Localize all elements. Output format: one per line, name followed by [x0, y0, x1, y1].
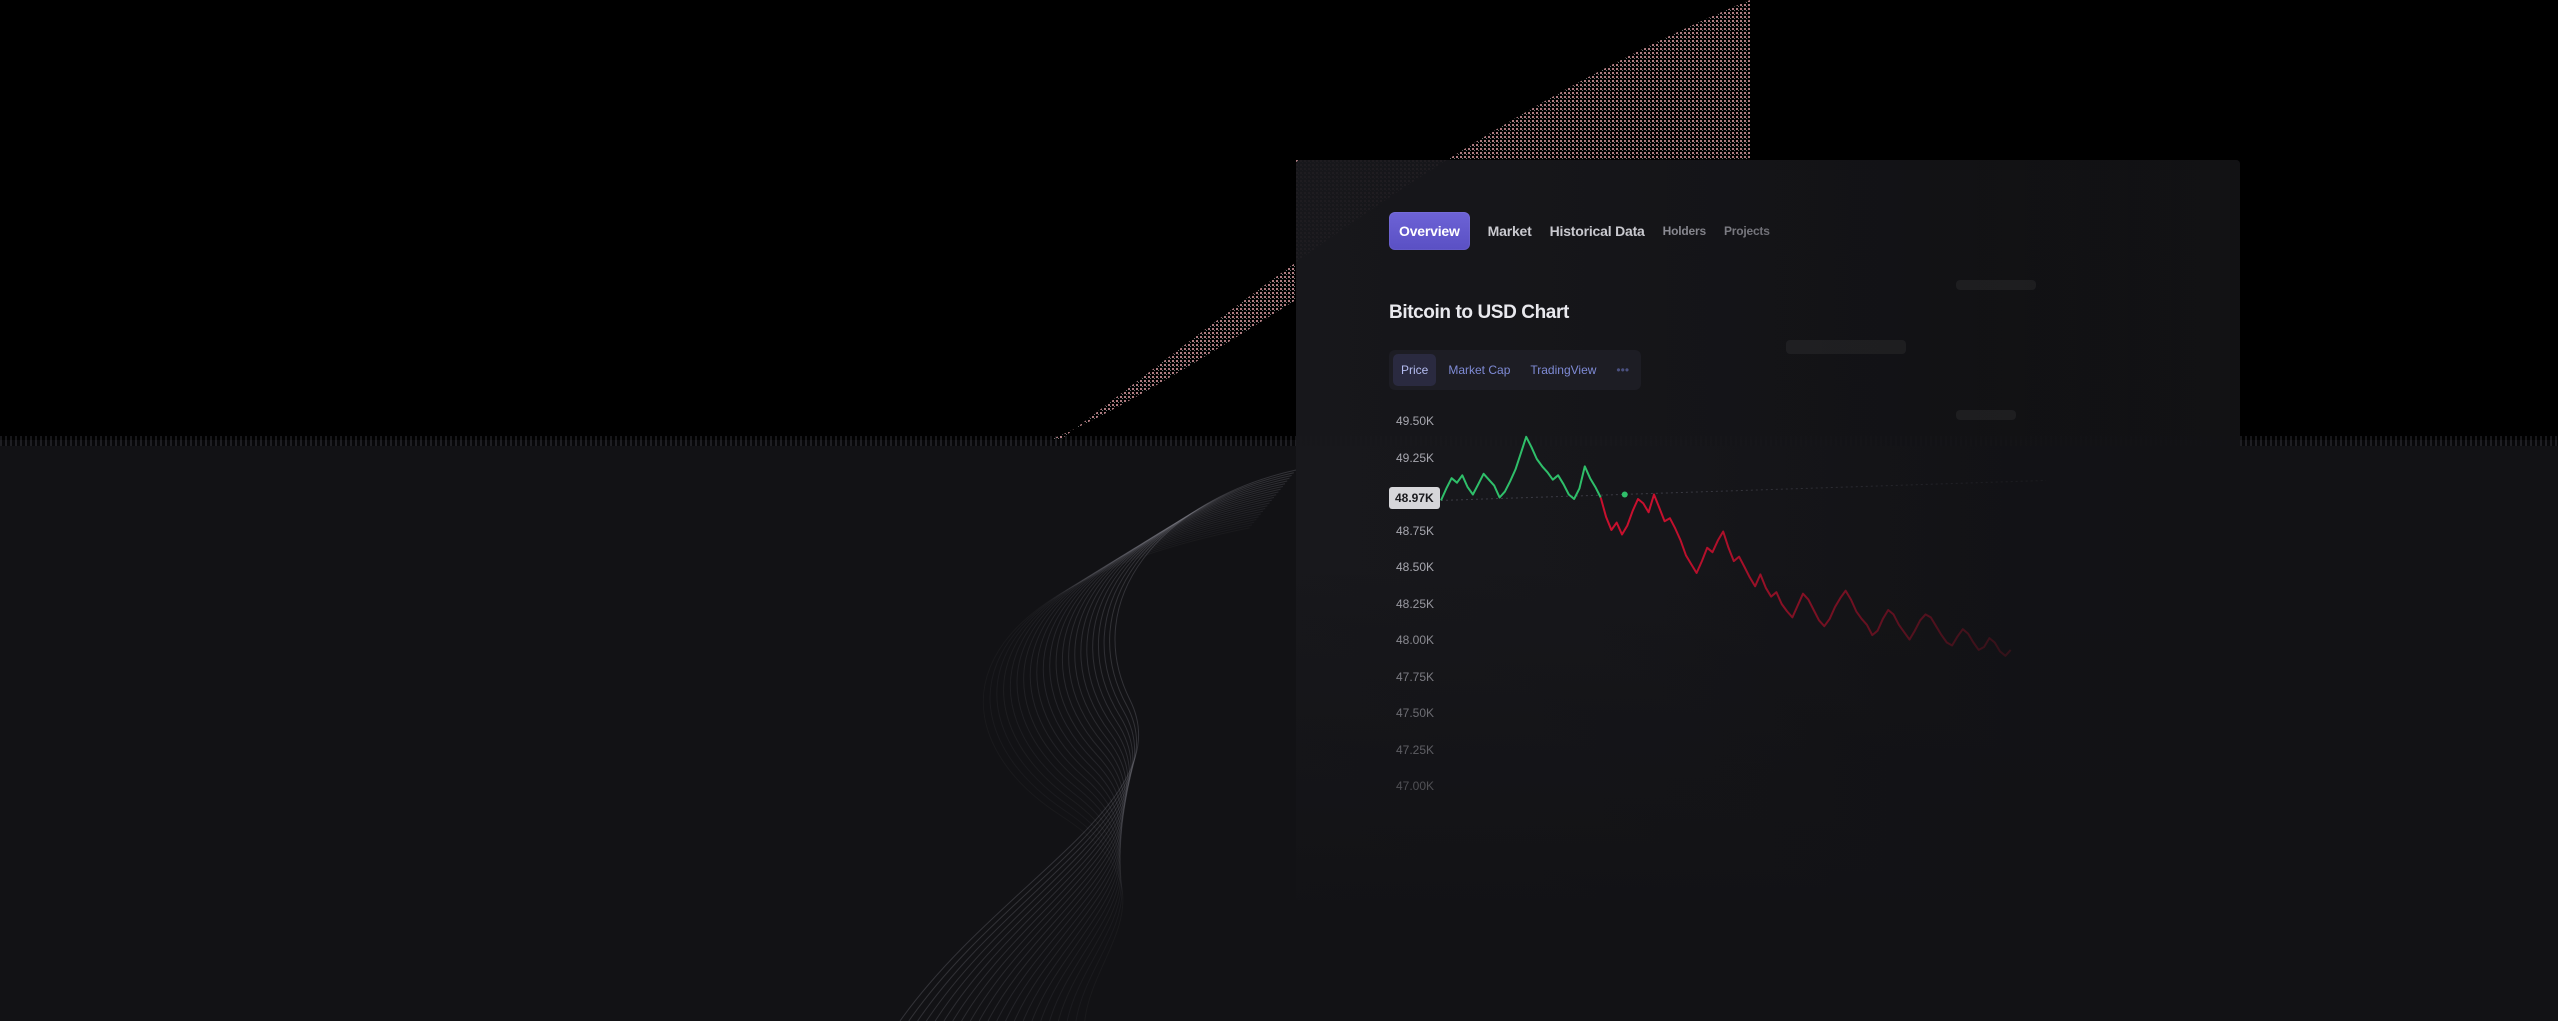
decorative-wave-line [1013, 505, 1268, 1021]
price-line-chart[interactable] [1296, 160, 2240, 900]
decorative-wave-line [1005, 502, 1270, 1021]
decorative-wave-line [1022, 508, 1266, 1021]
faded-stat-placeholder [1956, 280, 2036, 290]
decorative-wave-line [1023, 510, 1264, 1021]
reference-price-line [1440, 479, 2047, 501]
page-stage: Overview Market Historical Data Holders … [0, 0, 2558, 1021]
chart-hover-marker [1621, 491, 1628, 498]
price-series-down [1599, 493, 2012, 657]
faded-stat-placeholder [1956, 410, 2016, 420]
decorative-wave-line [952, 486, 1283, 1021]
decorative-wave-line [996, 521, 1255, 1021]
decorative-wave-line [899, 469, 1297, 1021]
coin-overview-panel: Overview Market Historical Data Holders … [1296, 160, 2240, 900]
faded-stat-placeholder [1786, 340, 1906, 354]
decorative-wave-line [969, 491, 1279, 1021]
decorative-wave-line [1016, 513, 1261, 1021]
decorative-wave-group [899, 469, 1297, 1021]
decorative-wave-line [1009, 516, 1259, 1021]
decorative-wave-line [917, 475, 1292, 1021]
price-series-up [1440, 435, 1602, 501]
decorative-wave-line [908, 472, 1294, 1021]
